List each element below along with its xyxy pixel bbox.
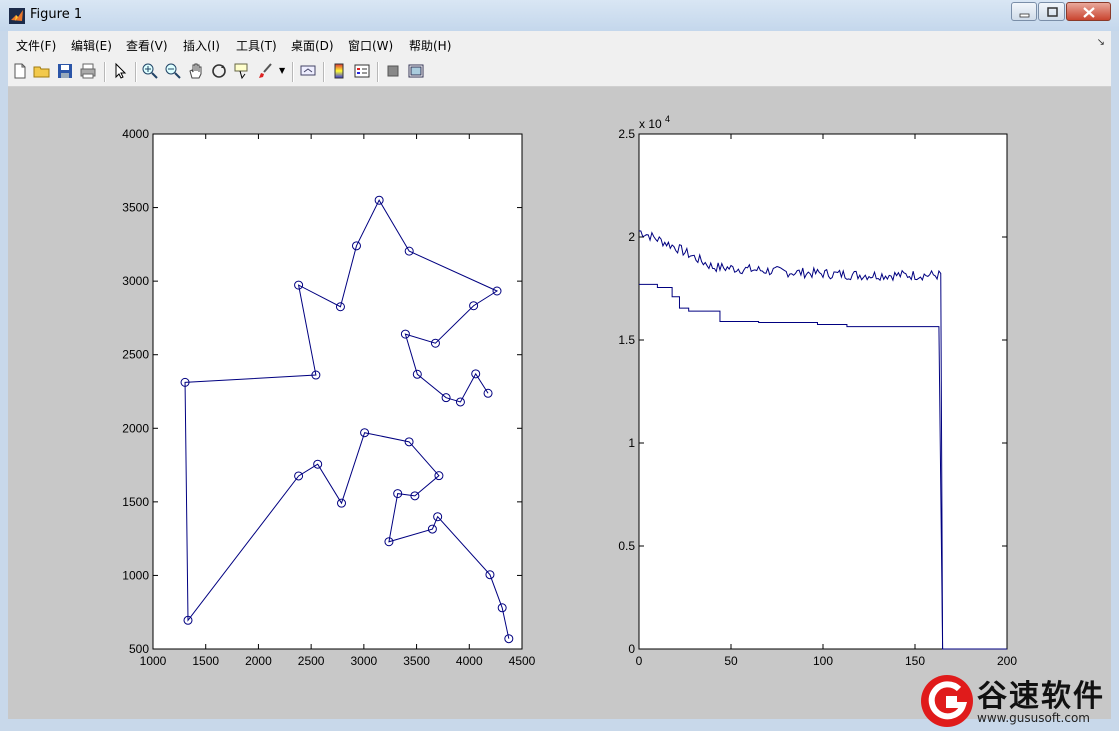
link-plot-icon[interactable] xyxy=(299,62,317,80)
colorbar-icon[interactable] xyxy=(330,62,348,80)
show-plot-tools-icon[interactable] xyxy=(407,62,425,80)
restore-icon xyxy=(1047,7,1058,17)
gususoft-logo-icon xyxy=(921,675,973,727)
chevron-down-icon[interactable]: ▼ xyxy=(279,62,297,80)
x-tick-label: 1500 xyxy=(192,654,219,668)
toolbar-separator xyxy=(135,62,137,82)
title-bar[interactable]: Figure 1 xyxy=(0,0,1119,31)
data-cursor-icon[interactable] xyxy=(233,62,251,80)
y-tick-label: 2.5 xyxy=(618,127,635,141)
menu-help[interactable]: 帮助(H) xyxy=(409,37,451,54)
toolbar-separator xyxy=(377,62,379,82)
open-file-icon[interactable] xyxy=(33,62,51,80)
x-tick-label: 2000 xyxy=(245,654,272,668)
x-tick-label: 1000 xyxy=(140,654,167,668)
new-figure-icon[interactable] xyxy=(11,62,29,80)
x-tick-label: 4000 xyxy=(456,654,483,668)
y-tick-label: 1000 xyxy=(122,568,149,582)
x-tick-label: 3500 xyxy=(403,654,430,668)
minimize-button[interactable] xyxy=(1011,2,1037,21)
window-title: Figure 1 xyxy=(30,7,83,22)
menu-window[interactable]: 窗口(W) xyxy=(348,37,393,54)
watermark: 谷速软件 www.gususoft.com xyxy=(919,669,1119,731)
x-tick-label: 3000 xyxy=(351,654,378,668)
menu-insert[interactable]: 插入(I) xyxy=(183,37,220,54)
watermark-text: 谷速软件 xyxy=(977,679,1105,714)
figure-canvas: 1000 1500 2000 2500 3000 3500 4000 4500 500 1000 1… xyxy=(8,87,1111,719)
x-tick-label: 2500 xyxy=(298,654,325,668)
y-tick-label: 2000 xyxy=(122,421,149,435)
y-tick-label: 1500 xyxy=(122,495,149,509)
y-tick-label: 2 xyxy=(628,230,635,244)
legend-icon[interactable] xyxy=(353,62,371,80)
menu-file[interactable]: 文件(F) xyxy=(16,37,56,54)
y-tick-label: 1.5 xyxy=(618,333,635,347)
pan-hand-icon[interactable] xyxy=(187,62,205,80)
matlab-logo-icon xyxy=(9,8,25,24)
y-tick-label: 4000 xyxy=(122,127,149,141)
x-tick-label: 0 xyxy=(636,654,643,668)
x-tick-label: 100 xyxy=(813,654,833,668)
y-tick-label: 500 xyxy=(129,642,149,656)
axes-2-box xyxy=(638,133,1008,650)
maximize-button[interactable] xyxy=(1038,2,1065,21)
y-tick-label: 0.5 xyxy=(618,539,635,553)
x-tick-label: 50 xyxy=(724,654,738,668)
pointer-icon[interactable] xyxy=(111,62,129,80)
y-tick-label: 1 xyxy=(628,436,635,450)
toolbar-separator xyxy=(323,62,325,82)
toolbar-separator xyxy=(104,62,106,82)
chart-svg: 1000 1500 2000 2500 3000 3500 4000 450050010001… xyxy=(122,114,1017,668)
menu-tools[interactable]: 工具(T) xyxy=(236,37,277,54)
rotate-3d-icon[interactable] xyxy=(210,62,228,80)
toolbar: ▼ xyxy=(8,58,1111,87)
toolbar-separator xyxy=(292,62,294,82)
brush-icon[interactable] xyxy=(256,62,274,80)
y-tick-label: 3500 xyxy=(122,201,149,215)
y-tick-label: 0 xyxy=(628,642,635,656)
menu-bar: 文件(F) 编辑(E) 查看(V) 插入(I) 工具(T) 桌面(D) 窗口(W… xyxy=(8,31,1111,59)
minimize-icon xyxy=(1019,13,1030,18)
x-tick-label: 4500 xyxy=(509,654,536,668)
dock-arrow-icon[interactable]: ↘ xyxy=(1097,37,1105,48)
x-tick-label: 150 xyxy=(905,654,925,668)
close-button[interactable] xyxy=(1066,2,1111,21)
watermark-url: www.gususoft.com xyxy=(977,711,1090,725)
menu-edit[interactable]: 编辑(E) xyxy=(71,37,112,54)
zoom-out-icon[interactable] xyxy=(164,62,182,80)
menu-view[interactable]: 查看(V) xyxy=(126,37,168,54)
print-icon[interactable] xyxy=(79,62,97,80)
x-tick-label: 200 xyxy=(997,654,1017,668)
figure-window: Figure 1 文件(F) 编辑(E) 查看(V) 插入(I) 工具(T) 桌… xyxy=(0,0,1119,731)
close-icon xyxy=(1083,7,1095,18)
y-tick-label: 3000 xyxy=(122,274,149,288)
y-tick-label: 2500 xyxy=(122,348,149,362)
y-scale-label: x 10 xyxy=(639,117,662,131)
menu-desktop[interactable]: 桌面(D) xyxy=(291,37,334,54)
save-icon[interactable] xyxy=(56,62,74,80)
hide-plot-tools-icon[interactable] xyxy=(384,62,402,80)
y-scale-exponent: 4 xyxy=(665,114,670,124)
zoom-in-icon[interactable] xyxy=(141,62,159,80)
